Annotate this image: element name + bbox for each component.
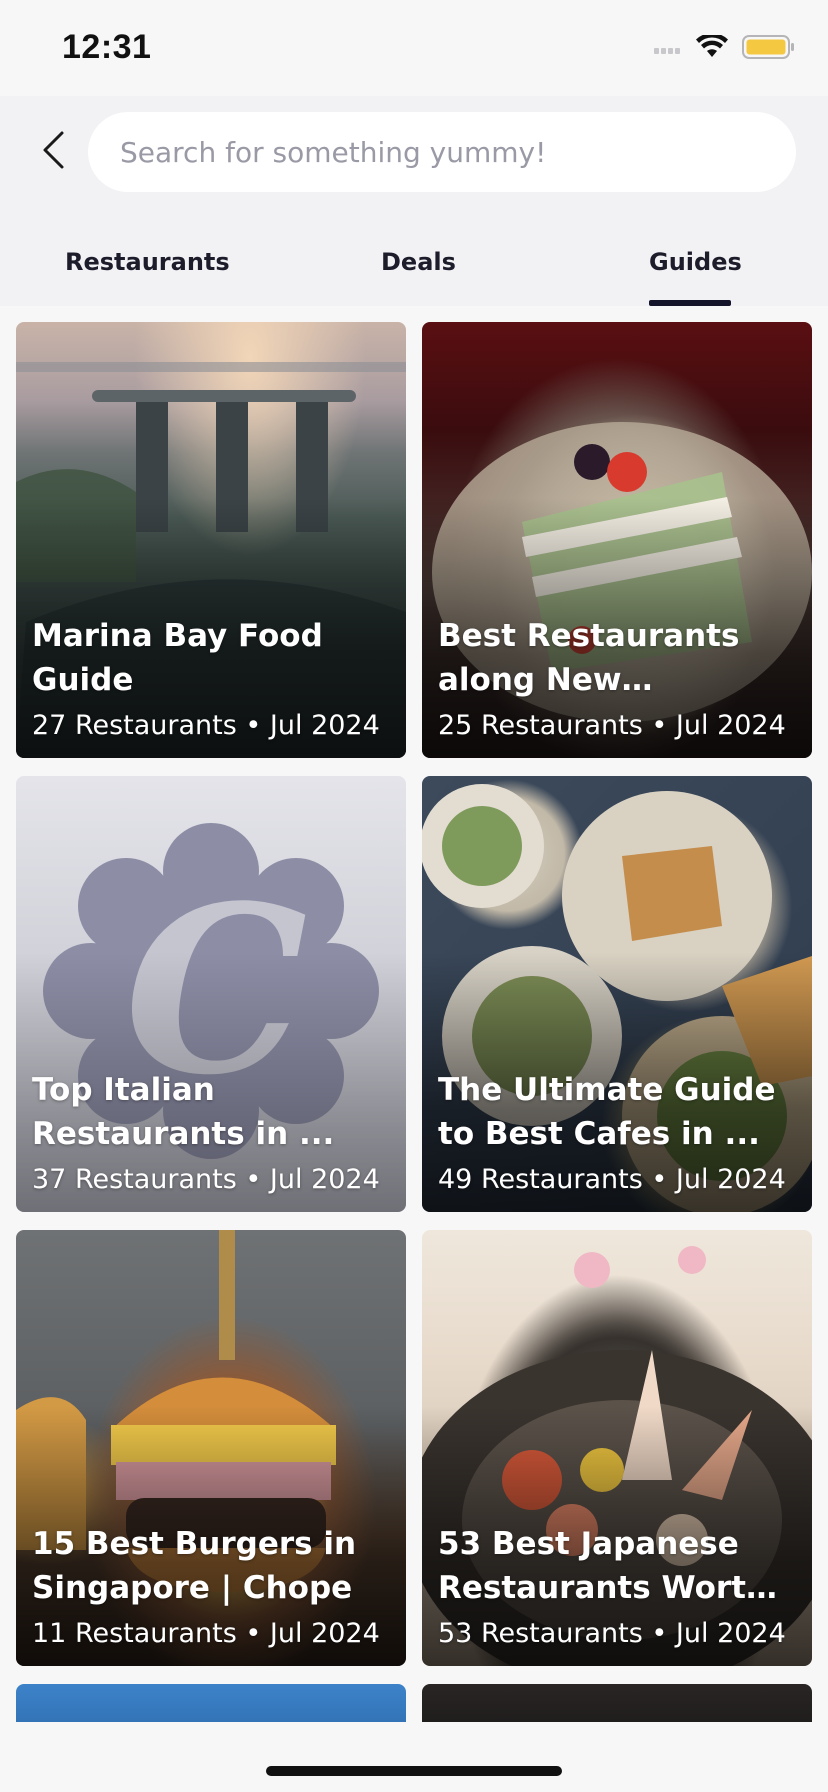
- guide-meta: 27 Restaurants • Jul 2024: [32, 710, 380, 741]
- guide-meta: 37 Restaurants • Jul 2024: [32, 1164, 380, 1195]
- guide-title: 15 Best Burgers in Singapore | Chope: [32, 1526, 357, 1606]
- guide-meta: 53 Restaurants • Jul 2024: [438, 1618, 786, 1649]
- home-indicator[interactable]: [266, 1766, 562, 1776]
- guide-meta: 11 Restaurants • Jul 2024: [32, 1618, 380, 1649]
- status-bar: 12:31: [0, 0, 828, 96]
- guide-card[interactable]: Marina Bay Food Guide 27 Restaurants • J…: [16, 322, 406, 758]
- guide-card[interactable]: 53 Best Japanese Restaurants Worth ... 5…: [422, 1230, 812, 1666]
- active-tab-indicator: [649, 300, 731, 306]
- wifi-icon: [696, 35, 728, 57]
- guide-card[interactable]: Best Restaurants along New Thomson... 25…: [422, 322, 812, 758]
- guide-card[interactable]: C Top Italian Restaurants in ... 37 Rest…: [16, 776, 406, 1212]
- tab-deals[interactable]: Deals: [381, 248, 456, 276]
- tab-bar: Restaurants Deals Guides: [0, 236, 828, 306]
- guide-title: 53 Best Japanese Restaurants Worth ...: [438, 1526, 769, 1606]
- guide-card[interactable]: 15 Best Burgers in Singapore | Chope 11 …: [16, 1230, 406, 1666]
- guide-meta: 25 Restaurants • Jul 2024: [438, 710, 786, 741]
- status-time: 12:31: [62, 28, 152, 66]
- guide-title: Best Restaurants along New Thomson...: [438, 618, 740, 698]
- guide-meta: 49 Restaurants • Jul 2024: [438, 1164, 786, 1195]
- search-input[interactable]: Search for something yummy!: [88, 112, 796, 192]
- guide-title: The Ultimate Guide to Best Cafes in ...: [438, 1072, 776, 1152]
- status-icons: [654, 34, 796, 60]
- guide-title: Marina Bay Food Guide: [32, 618, 323, 698]
- tab-guides[interactable]: Guides: [649, 248, 742, 276]
- back-button[interactable]: [28, 122, 78, 178]
- battery-icon: [742, 35, 794, 59]
- tab-restaurants[interactable]: Restaurants: [65, 248, 230, 276]
- guide-title: Top Italian Restaurants in ...: [32, 1072, 335, 1152]
- chevron-left-icon: [43, 131, 64, 169]
- guide-card[interactable]: The Ultimate Guide to Best Cafes in ... …: [422, 776, 812, 1212]
- search-placeholder: Search for something yummy!: [120, 135, 547, 169]
- cellular-signal-icon: [654, 48, 680, 54]
